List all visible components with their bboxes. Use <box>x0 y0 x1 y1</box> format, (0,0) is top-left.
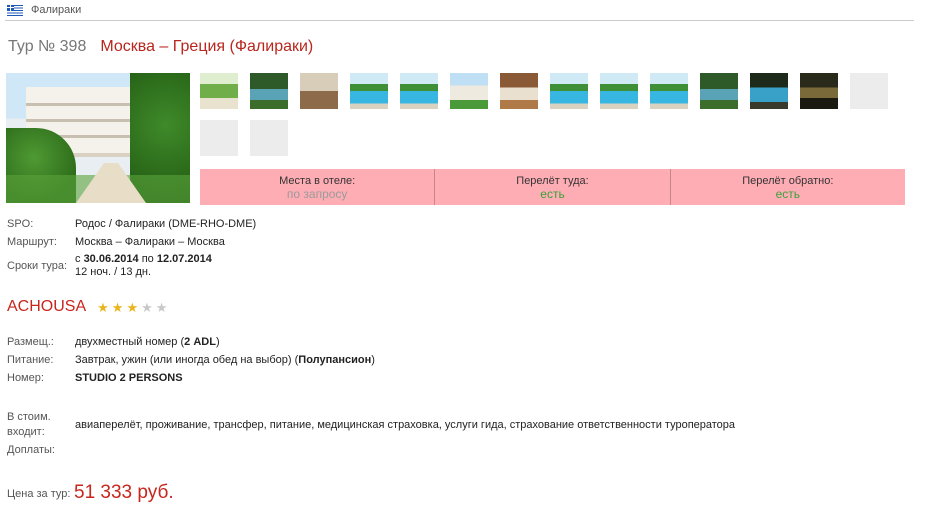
photo-thumbnail[interactable] <box>350 73 388 109</box>
flight-out-value: есть <box>540 187 565 201</box>
room-number-value: STUDIO 2 PERSONS <box>75 372 183 384</box>
star-empty-icon: ★ <box>155 299 168 315</box>
placement-text: двухместный номер <box>75 336 178 348</box>
star-empty-icon: ★ <box>141 299 153 315</box>
header-divider <box>5 20 914 21</box>
included-value: авиаперелёт, проживание, трансфер, питан… <box>75 419 736 431</box>
hotel-name[interactable]: ACHOUSA <box>7 298 86 316</box>
photo-thumbnail[interactable] <box>600 73 638 109</box>
photo-thumbnail-placeholder <box>250 120 288 156</box>
meal-text: Завтрак, ужин (или иногда обед на выбор) <box>75 354 292 366</box>
photo-thumbnail[interactable] <box>700 73 738 109</box>
route-value: Москва – Фалираки – Москва <box>75 236 225 248</box>
placement-value: двухместный номер (2 ADL) <box>75 336 220 348</box>
photo-thumbnail[interactable] <box>450 73 488 109</box>
breadcrumb-label[interactable]: Фалираки <box>31 4 81 16</box>
meal-code: Полупансион <box>298 354 372 366</box>
price-label: Цена за тур: <box>7 488 71 500</box>
price-value: 51 333 руб. <box>74 482 174 503</box>
hotel-stars: ★ ★ ★ ★ ★ <box>97 301 167 314</box>
star-filled-icon: ★ <box>97 299 109 315</box>
flight-back-label: Перелёт обратно: <box>742 175 834 187</box>
spo-label: SPO: <box>7 218 34 230</box>
flight-back-cell: Перелёт обратно: есть <box>671 169 905 205</box>
photo-thumbnail[interactable] <box>400 73 438 109</box>
room-type: STUDIO 2 PERSONS <box>75 372 183 384</box>
spo-value: Родос / Фалираки (DME-RHO-DME) <box>75 218 257 230</box>
meal-value: Завтрак, ужин (или иногда обед на выбор)… <box>75 354 375 366</box>
tour-route: Москва – Греция (Фалираки) <box>100 38 314 55</box>
hotel-places-label: Места в отеле: <box>279 175 356 187</box>
flight-out-cell: Перелёт туда: есть <box>435 169 671 205</box>
photo-thumbnail[interactable] <box>300 73 338 109</box>
photo-thumbnail-placeholder <box>200 120 238 156</box>
hotel-places-value: по запросу <box>286 187 348 201</box>
placement-code: 2 ADL <box>184 336 216 348</box>
photo-thumbnail-placeholder <box>850 73 888 109</box>
photo-thumbnail[interactable] <box>550 73 588 109</box>
photo-thumbnail[interactable] <box>200 73 238 109</box>
photo-thumbnail[interactable] <box>750 73 788 109</box>
photo-thumbnail[interactable] <box>800 73 838 109</box>
page-title: Тур № 398 Москва – Греция (Фалираки) <box>8 38 313 56</box>
star-filled-icon: ★ <box>126 299 139 315</box>
dates-label: Сроки тура: <box>7 260 68 272</box>
room-number-label: Номер: <box>7 372 44 384</box>
included-label-line2: входит: <box>7 426 45 438</box>
dates-from: 30.06.2014 <box>83 253 139 265</box>
tour-duration: 12 ноч. / 13 дн. <box>75 266 152 278</box>
hotel-name-row: ACHOUSA ★ ★ ★ ★ ★ <box>7 298 167 316</box>
dates-to: 12.07.2014 <box>156 253 212 265</box>
photo-thumbnail[interactable] <box>650 73 688 109</box>
route-label: Маршрут: <box>7 236 57 248</box>
greece-flag-icon <box>7 4 23 16</box>
tour-number: Тур № 398 <box>8 38 87 55</box>
dates-value: с 30.06.2014 по 12.07.2014 <box>75 253 212 265</box>
included-label-line1: В стоим. <box>7 411 51 423</box>
hotel-places-cell: Места в отеле: по запросу <box>200 169 436 205</box>
flight-back-value: есть <box>775 187 801 201</box>
flight-out-label: Перелёт туда: <box>516 175 589 187</box>
photo-thumbnail[interactable] <box>500 73 538 109</box>
photo-thumbnail[interactable] <box>250 73 288 109</box>
dates-to-prefix: по <box>141 253 154 265</box>
extra-payments-label: Доплаты: <box>7 444 55 456</box>
star-filled-icon: ★ <box>111 299 124 315</box>
hotel-main-photo[interactable] <box>6 73 190 203</box>
availability-bar: Места в отеле: по запросу Перелёт туда: … <box>200 169 905 205</box>
placement-label: Размещ.: <box>7 336 54 348</box>
breadcrumb: Фалираки <box>7 3 81 17</box>
dates-from-prefix: с <box>75 253 81 265</box>
meal-label: Питание: <box>7 354 54 366</box>
